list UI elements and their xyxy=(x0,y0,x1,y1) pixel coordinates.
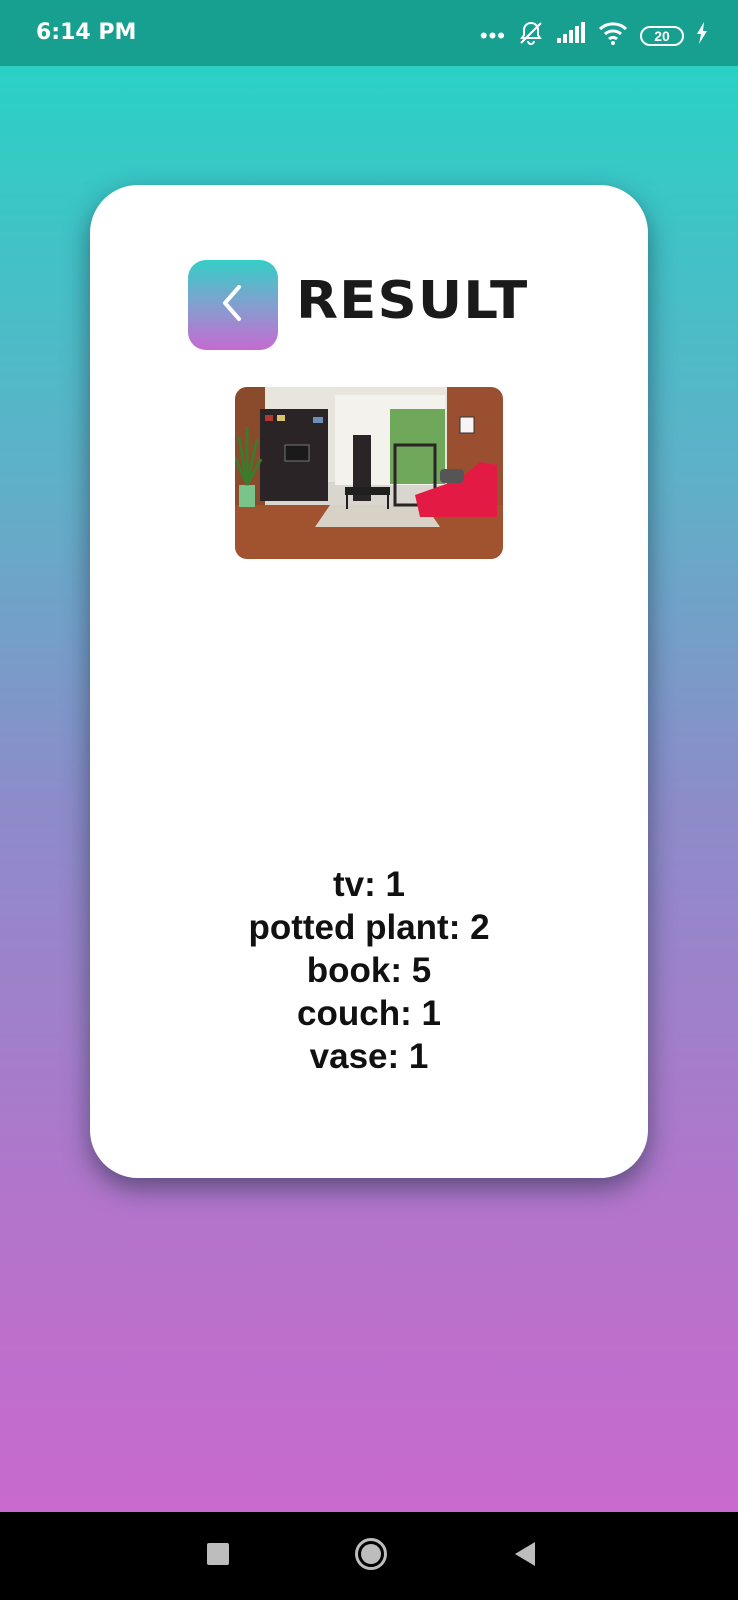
status-time: 6:14 PM xyxy=(36,20,137,45)
result-card: RESULT tv: 1 potted plant: 2 book: 5 cou… xyxy=(90,185,648,1178)
recent-apps-icon xyxy=(207,1542,229,1570)
battery-icon: 20 xyxy=(640,25,684,46)
wifi-icon xyxy=(598,21,628,50)
status-icons: ••• 20 xyxy=(480,20,708,51)
bell-off-icon xyxy=(518,20,544,51)
more-dots-icon: ••• xyxy=(479,22,506,48)
status-bar: 6:14 PM ••• 20 xyxy=(0,0,738,66)
signal-icon xyxy=(556,22,586,49)
result-line: book: 5 xyxy=(306,951,432,990)
result-line: vase: 1 xyxy=(309,1037,429,1076)
result-line: couch: 1 xyxy=(297,994,441,1033)
back-button[interactable] xyxy=(188,260,278,350)
home-icon xyxy=(354,1537,388,1576)
recent-apps-button[interactable] xyxy=(198,1512,238,1600)
result-line: tv: 1 xyxy=(333,865,405,904)
nav-back-button[interactable] xyxy=(505,1512,545,1600)
page-title: RESULT xyxy=(296,271,529,331)
living-room-photo xyxy=(235,387,503,559)
home-button[interactable] xyxy=(351,1512,391,1600)
back-icon xyxy=(513,1541,537,1572)
detection-results: tv: 1 potted plant: 2 book: 5 couch: 1 v… xyxy=(90,863,648,1078)
charging-icon xyxy=(696,22,708,49)
result-line: potted plant: 2 xyxy=(248,908,490,947)
chevron-left-icon xyxy=(213,281,253,330)
navigation-bar xyxy=(0,1512,738,1600)
